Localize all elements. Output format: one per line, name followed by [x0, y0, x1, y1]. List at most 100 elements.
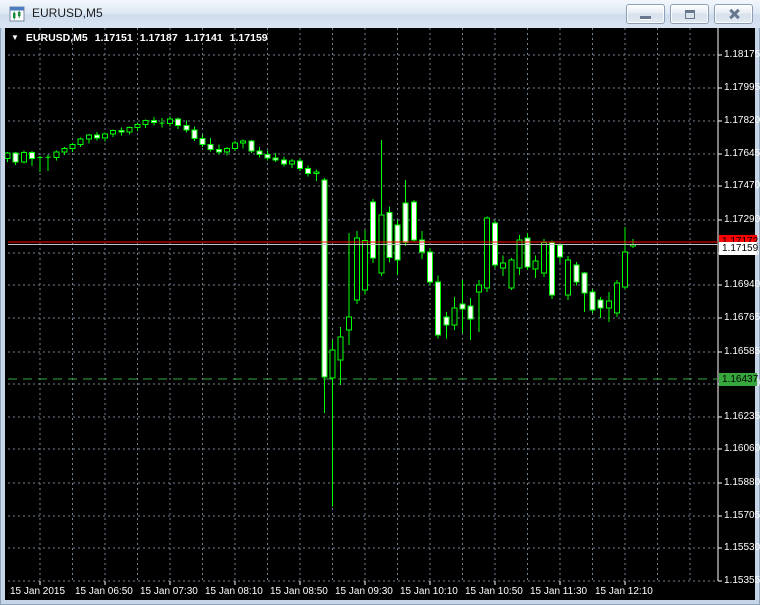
candle-bull-body: [288, 160, 295, 165]
candle-bull-body: [5, 152, 11, 159]
candle-bull-body: [77, 138, 84, 145]
bid-price-box: 1.17159: [719, 242, 758, 255]
candle-bear-body: [256, 150, 263, 156]
open-value: 1.17151: [94, 32, 133, 44]
candle-bull-body: [313, 171, 320, 174]
candle-bull-body: [61, 148, 68, 153]
time-tick-label: 15 Jan 2015: [10, 586, 66, 597]
candle-bull-body: [345, 316, 352, 331]
candle-bull-body: [142, 120, 149, 125]
high-value: 1.17187: [139, 32, 178, 44]
candle-bear-body: [183, 125, 190, 131]
time-tick-label: 15 Jan 12:10: [595, 586, 653, 597]
candle-bear-body: [28, 151, 35, 159]
candle-bear-body: [410, 201, 417, 241]
candle-bear-body: [305, 168, 312, 174]
price-tick-label: 1.15530: [724, 542, 760, 553]
level-price-box: 1.16437: [719, 373, 758, 386]
candle-bull-body: [134, 123, 141, 128]
candle-bear-body: [467, 305, 474, 320]
ohlc-header: ▼ EURUSD,M5 1.17151 1.17187 1.17141 1.17…: [11, 32, 268, 44]
price-tick-label: 1.17820: [724, 115, 760, 126]
candle-bear-body: [264, 154, 271, 159]
candle-bull-body: [565, 259, 572, 296]
price-tick-label: 1.17995: [724, 82, 760, 93]
candle-bear-body: [435, 281, 442, 336]
close-icon: [728, 9, 740, 19]
candle-bear-body: [557, 244, 563, 258]
price-tick-label: 1.16940: [724, 279, 760, 290]
price-tick-label: 1.16235: [724, 411, 760, 422]
candle-bear-body: [215, 148, 222, 153]
candle-bull-body: [622, 251, 628, 288]
candle-bull-body: [126, 126, 133, 133]
maximize-icon: [684, 9, 695, 19]
candle-bear-body: [191, 129, 198, 139]
candle-bear-body: [12, 152, 19, 163]
candle-bear-body: [207, 143, 214, 150]
candle-doji-body: [159, 122, 165, 124]
candle-bull-body: [483, 217, 490, 289]
candle-bear-body: [297, 160, 303, 170]
price-tick-label: 1.15705: [724, 510, 760, 521]
window-title: EURUSD,M5: [32, 6, 103, 20]
candle-bear-body: [118, 129, 125, 133]
time-tick-label: 15 Jan 08:50: [270, 586, 328, 597]
candle-bull-body: [240, 140, 247, 144]
candle-bull-body: [451, 307, 458, 326]
candle-bear-body: [370, 201, 377, 259]
symbol-period-label: EURUSD,M5: [25, 32, 88, 44]
candle-bull-body: [337, 336, 344, 361]
close-value: 1.17159: [229, 32, 268, 44]
candle-bear-body: [459, 303, 466, 310]
candle-bull-body: [540, 241, 547, 274]
time-tick-label: 15 Jan 06:50: [75, 586, 133, 597]
time-tick-label: 15 Jan 07:30: [140, 586, 198, 597]
price-tick-label: 1.17645: [724, 148, 760, 159]
window-titlebar[interactable]: EURUSD,M5: [0, 0, 760, 28]
candle-bull-body: [53, 151, 60, 158]
low-value: 1.17141: [184, 32, 223, 44]
price-tick-label: 1.15880: [724, 477, 760, 488]
candle-bull-body: [110, 129, 117, 135]
candle-bear-body: [386, 212, 393, 258]
candle-bear-body: [573, 264, 580, 283]
minimize-icon: [640, 15, 651, 20]
maximize-button[interactable]: [670, 4, 709, 24]
candle-bear-body: [280, 159, 287, 165]
candle-bull-body: [223, 147, 230, 153]
close-button[interactable]: [714, 4, 753, 24]
candle-bull-body: [85, 134, 92, 140]
time-tick-label: 15 Jan 10:10: [400, 586, 458, 597]
candle-bull-body: [102, 133, 108, 139]
candle-bull-body: [167, 118, 173, 125]
candle-bull-body: [232, 142, 238, 149]
candle-bear-body: [402, 202, 409, 243]
price-tick-label: 1.17470: [724, 180, 760, 191]
time-tick-label: 15 Jan 08:10: [205, 586, 263, 597]
candle-bull-body: [605, 300, 612, 309]
price-tick-label: 1.15355: [724, 575, 760, 586]
price-tick-label: 1.18175: [724, 49, 760, 60]
candle-bull-body: [532, 260, 539, 270]
candle-doji-body: [45, 156, 51, 158]
chart-canvas[interactable]: [5, 28, 755, 600]
candle-bear-body: [581, 272, 588, 294]
candle-bear-body: [272, 157, 279, 161]
chevron-down-icon: ▼: [11, 33, 19, 42]
minimize-button[interactable]: [626, 4, 665, 24]
candle-bull-body: [613, 282, 620, 314]
candle-bear-body: [597, 299, 604, 309]
candle-bull-body: [329, 349, 336, 379]
candle-bear-body: [93, 134, 100, 139]
candle-bear-body: [321, 179, 328, 378]
price-tick-label: 1.16765: [724, 312, 760, 323]
candle-bull-body: [500, 262, 507, 269]
price-tick-label: 1.16060: [724, 443, 760, 454]
candle-bull-body: [508, 259, 515, 289]
candle-bull-body: [475, 284, 482, 293]
candle-bear-body: [589, 291, 596, 311]
time-tick-label: 15 Jan 10:50: [465, 586, 523, 597]
price-tick-label: 1.17290: [724, 214, 760, 225]
time-tick-label: 15 Jan 11:30: [530, 586, 588, 597]
